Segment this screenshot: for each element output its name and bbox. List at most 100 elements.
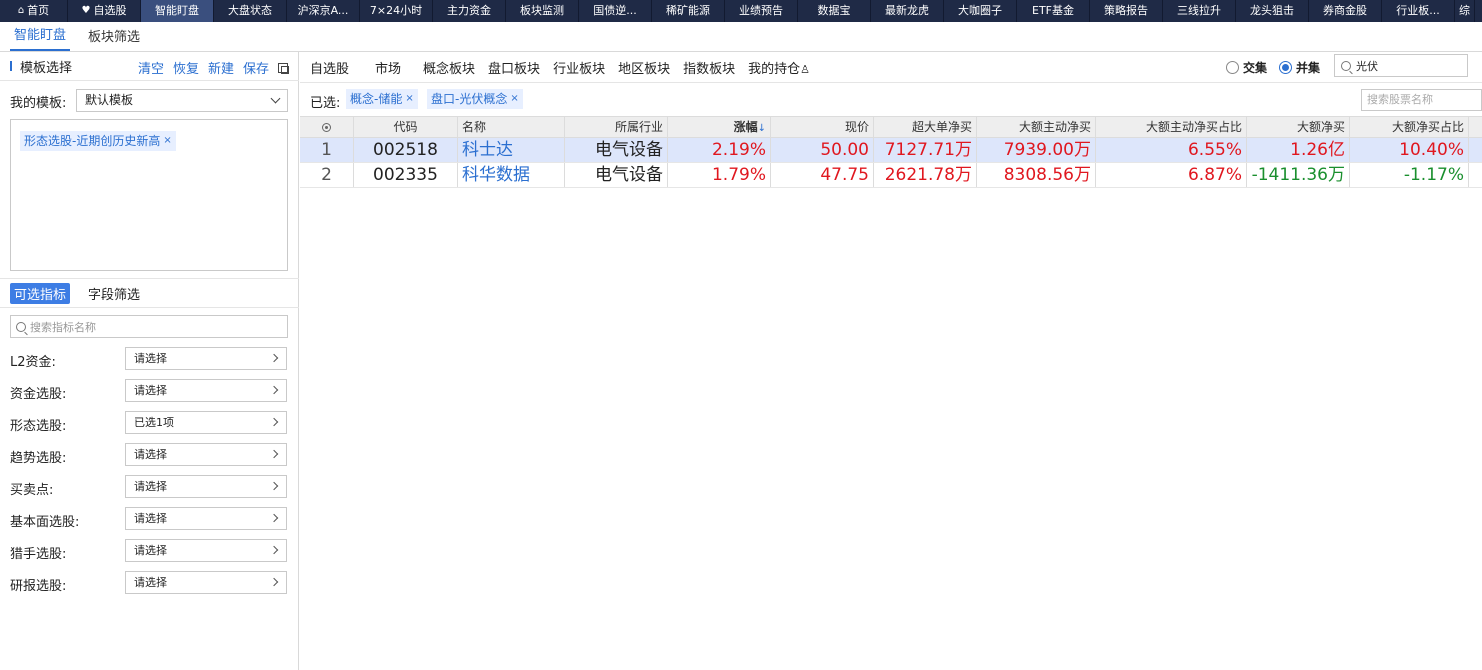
selected-tag: 概念-储能 × <box>346 89 418 109</box>
indicator-select[interactable]: 请选择 <box>125 379 287 402</box>
indicator-search-input[interactable]: 搜索指标名称 <box>10 315 288 338</box>
cell-big-net: 1.26亿 <box>1247 138 1350 162</box>
indicator-select[interactable]: 请选择 <box>125 347 287 370</box>
indicator-select-value: 请选择 <box>134 576 167 589</box>
cell-name[interactable]: 科华数据 <box>458 163 565 187</box>
chevron-right-icon <box>269 545 279 555</box>
tab-index[interactable]: 指数板块 <box>683 58 735 77</box>
sector-search-input[interactable]: 光伏 <box>1334 54 1468 77</box>
chevron-right-icon <box>269 513 279 523</box>
nav-item[interactable]: 沪深京A... <box>287 0 360 22</box>
nav-item[interactable]: ETF基金 <box>1017 0 1090 22</box>
stock-search-placeholder: 搜索股票名称 <box>1367 93 1433 106</box>
nav-item[interactable]: 综 <box>1455 0 1475 22</box>
header-xl-net[interactable]: 超大单净买 <box>874 117 977 137</box>
indicator-select-value: 请选择 <box>134 512 167 525</box>
nav-item-label: 国债逆... <box>593 4 637 17</box>
nav-item[interactable]: 最新龙虎 <box>871 0 944 22</box>
cell-big-active: 8308.56万 <box>977 163 1096 187</box>
nav-item[interactable]: 策略报告 <box>1090 0 1163 22</box>
nav-item[interactable]: 大咖圈子 <box>944 0 1017 22</box>
nav-item[interactable]: 三线拉升 <box>1163 0 1236 22</box>
cell-change: 1.79% <box>668 163 771 187</box>
tab-field-filter[interactable]: 字段筛选 <box>84 283 144 304</box>
indicator-row: 形态选股: 已选1项 <box>0 411 299 434</box>
nav-item[interactable]: 智能盯盘 <box>141 0 214 22</box>
indicator-search-placeholder: 搜索指标名称 <box>30 320 96 334</box>
nav-item[interactable]: 券商金股 <box>1309 0 1382 22</box>
settings-column[interactable] <box>300 117 354 137</box>
nav-item[interactable]: 板块监测 <box>506 0 579 22</box>
indicator-select[interactable]: 请选择 <box>125 507 287 530</box>
header-industry[interactable]: 所属行业 <box>565 117 668 137</box>
clear-button[interactable]: 清空 <box>138 58 164 77</box>
nav-item[interactable]: 行业板... <box>1382 0 1455 22</box>
header-big-net[interactable]: 大额净买 <box>1247 117 1350 137</box>
tab-region[interactable]: 地区板块 <box>618 58 670 77</box>
copy-icon[interactable] <box>278 62 289 74</box>
close-icon[interactable]: × <box>510 89 518 109</box>
table-row[interactable]: 2 002335 科华数据 电气设备 1.79% 47.75 2621.78万 8308.56… <box>300 163 1482 188</box>
indicator-select[interactable]: 请选择 <box>125 539 287 562</box>
nav-item[interactable]: 业绩预告 <box>725 0 798 22</box>
indicator-select-value: 请选择 <box>134 448 167 461</box>
header-big-active[interactable]: 大额主动净买 <box>977 117 1096 137</box>
template-tag: 形态选股-近期创历史新高 × <box>20 131 176 151</box>
nav-item-label: 首页 <box>27 4 50 17</box>
tab-industry[interactable]: 行业板块 <box>553 58 605 77</box>
nav-item[interactable]: 主力资金 <box>433 0 506 22</box>
header-big-net-pct[interactable]: 大额净买占比 <box>1350 117 1469 137</box>
my-template-select[interactable]: 默认模板 <box>76 89 288 112</box>
indicator-row: 资金选股: 请选择 <box>0 379 299 402</box>
indicator-select[interactable]: 请选择 <box>125 475 287 498</box>
header-code[interactable]: 代码 <box>354 117 458 137</box>
indicator-select[interactable]: 请选择 <box>125 571 287 594</box>
cell-name[interactable]: 科士达 <box>458 138 565 162</box>
header-change[interactable]: 涨幅↓ <box>668 117 771 137</box>
tab-concept[interactable]: 概念板块 <box>423 58 475 77</box>
nav-item[interactable]: 7×24小时 <box>360 0 433 22</box>
cell-code: 002335 <box>354 163 458 187</box>
header-price[interactable]: 现价 <box>771 117 874 137</box>
close-icon[interactable]: × <box>405 89 413 109</box>
close-icon[interactable]: × <box>163 131 171 151</box>
save-button[interactable]: 保存 <box>243 58 269 77</box>
tab-market[interactable]: 市场 <box>375 58 401 77</box>
restore-button[interactable]: 恢复 <box>173 58 199 77</box>
nav-item[interactable]: ⌂ 首页 <box>0 0 68 22</box>
indicator-row: 研报选股: 请选择 <box>0 571 299 594</box>
gear-icon[interactable] <box>322 123 331 132</box>
table-row[interactable]: 1 002518 科士达 电气设备 2.19% 50.00 7127.71万 7939.00万… <box>300 138 1482 163</box>
nav-item[interactable]: ♥ 自选股 <box>68 0 141 22</box>
union-radio[interactable] <box>1279 61 1293 74</box>
home-icon: ⌂ <box>17 5 25 16</box>
union-label: 并集 <box>1296 61 1321 75</box>
cell-change: 2.19% <box>668 138 771 162</box>
nav-item[interactable]: 龙头狙击 <box>1236 0 1309 22</box>
chevron-right-icon <box>269 577 279 587</box>
cell-xl-net: 2621.78万 <box>874 163 977 187</box>
nav-item[interactable]: 稀矿能源 <box>652 0 725 22</box>
stock-search-input[interactable]: 搜索股票名称 <box>1361 89 1482 111</box>
indicator-select[interactable]: 已选1项 <box>125 411 287 434</box>
cell-industry: 电气设备 <box>565 163 668 187</box>
indicator-row: 买卖点: 请选择 <box>0 475 299 498</box>
top-nav: ⌂ 首页 ♥ 自选股 智能盯盘 大盘状态 沪深京A... 7×24小时 主力资金 板块监测 国债逆.… <box>0 0 1482 22</box>
nav-item-label: 三线拉升 <box>1177 4 1221 17</box>
nav-item-label: ETF基金 <box>1032 4 1074 17</box>
tab-smart-monitor[interactable]: 智能盯盘 <box>10 24 71 51</box>
nav-item[interactable]: 数据宝 <box>798 0 871 22</box>
tab-available-indicators[interactable]: 可选指标 <box>10 283 71 304</box>
tab-watchlist[interactable]: 自选股 <box>310 58 349 77</box>
template-tag-label: 形态选股-近期创历史新高 <box>24 134 161 148</box>
tab-holdings[interactable]: 我的持仓♙ <box>748 58 810 77</box>
indicator-select[interactable]: 请选择 <box>125 443 287 466</box>
header-name[interactable]: 名称 <box>458 117 565 137</box>
new-button[interactable]: 新建 <box>208 58 234 77</box>
nav-item[interactable]: 大盘状态 <box>214 0 287 22</box>
header-big-active-pct[interactable]: 大额主动净买占比 <box>1096 117 1247 137</box>
tab-handicap[interactable]: 盘口板块 <box>488 58 540 77</box>
intersect-radio[interactable] <box>1226 61 1239 74</box>
tab-sector-filter[interactable]: 板块筛选 <box>84 26 144 51</box>
nav-item[interactable]: 国债逆... <box>579 0 652 22</box>
